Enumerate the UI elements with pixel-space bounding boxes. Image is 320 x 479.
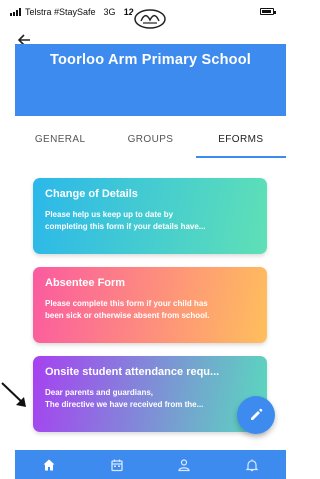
nav-profile[interactable] <box>151 450 219 479</box>
nav-home[interactable] <box>15 450 83 479</box>
eform-title: Change of Details <box>45 188 138 200</box>
eform-description: Please complete this form if your child … <box>45 298 255 322</box>
eform-description-line: Please help us keep up to date by <box>45 210 174 219</box>
eform-description-line: The directive we have received from the.… <box>45 400 204 409</box>
nav-notifications[interactable] <box>218 450 286 479</box>
person-icon <box>178 458 190 471</box>
eform-card-onsite-attendance[interactable]: Onsite student attendance requ... Dear p… <box>33 356 267 432</box>
edit-fab-button[interactable] <box>237 396 275 434</box>
category-tabs: GENERAL GROUPS EFORMS <box>15 124 287 158</box>
tab-groups[interactable]: GROUPS <box>105 124 195 158</box>
tab-eforms[interactable]: EFORMS <box>195 124 287 158</box>
signal-icon <box>10 8 21 16</box>
eform-description-line: completing this form if your details hav… <box>45 222 206 231</box>
school-banner: Toorloo Arm Primary School <box>15 44 286 116</box>
eform-description-line: Please complete this form if your child … <box>45 299 208 308</box>
eform-description-line: Dear parents and guardians, <box>45 388 154 397</box>
eform-card-change-of-details[interactable]: Change of Details Please help us keep up… <box>33 178 267 254</box>
eform-card-absentee-form[interactable]: Absentee Form Please complete this form … <box>33 267 267 343</box>
carrier-name: Telstra #StaySafe <box>25 7 96 17</box>
home-icon <box>43 459 55 470</box>
edit-pencil-icon <box>251 408 263 420</box>
school-crest-logo <box>131 4 169 34</box>
eform-description-line: been sick or otherwise absent from schoo… <box>45 311 210 320</box>
calendar-icon <box>110 459 123 471</box>
eform-title: Absentee Form <box>45 277 126 289</box>
eform-title: Onsite student attendance requ... <box>45 366 220 378</box>
eform-description: Please help us keep up to date by comple… <box>45 209 255 233</box>
annotation-arrow-icon <box>1 382 26 407</box>
network-type: 3G <box>103 7 116 17</box>
bottom-navigation <box>15 450 286 479</box>
bell-icon <box>245 459 259 471</box>
school-name: Toorloo Arm Primary School <box>50 52 251 68</box>
eform-description: Dear parents and guardians, The directiv… <box>45 387 255 411</box>
tab-general[interactable]: GENERAL <box>15 124 105 158</box>
battery-icon <box>260 8 276 15</box>
nav-calendar[interactable] <box>83 450 151 479</box>
status-left: Telstra #StaySafe 3G <box>10 7 116 17</box>
